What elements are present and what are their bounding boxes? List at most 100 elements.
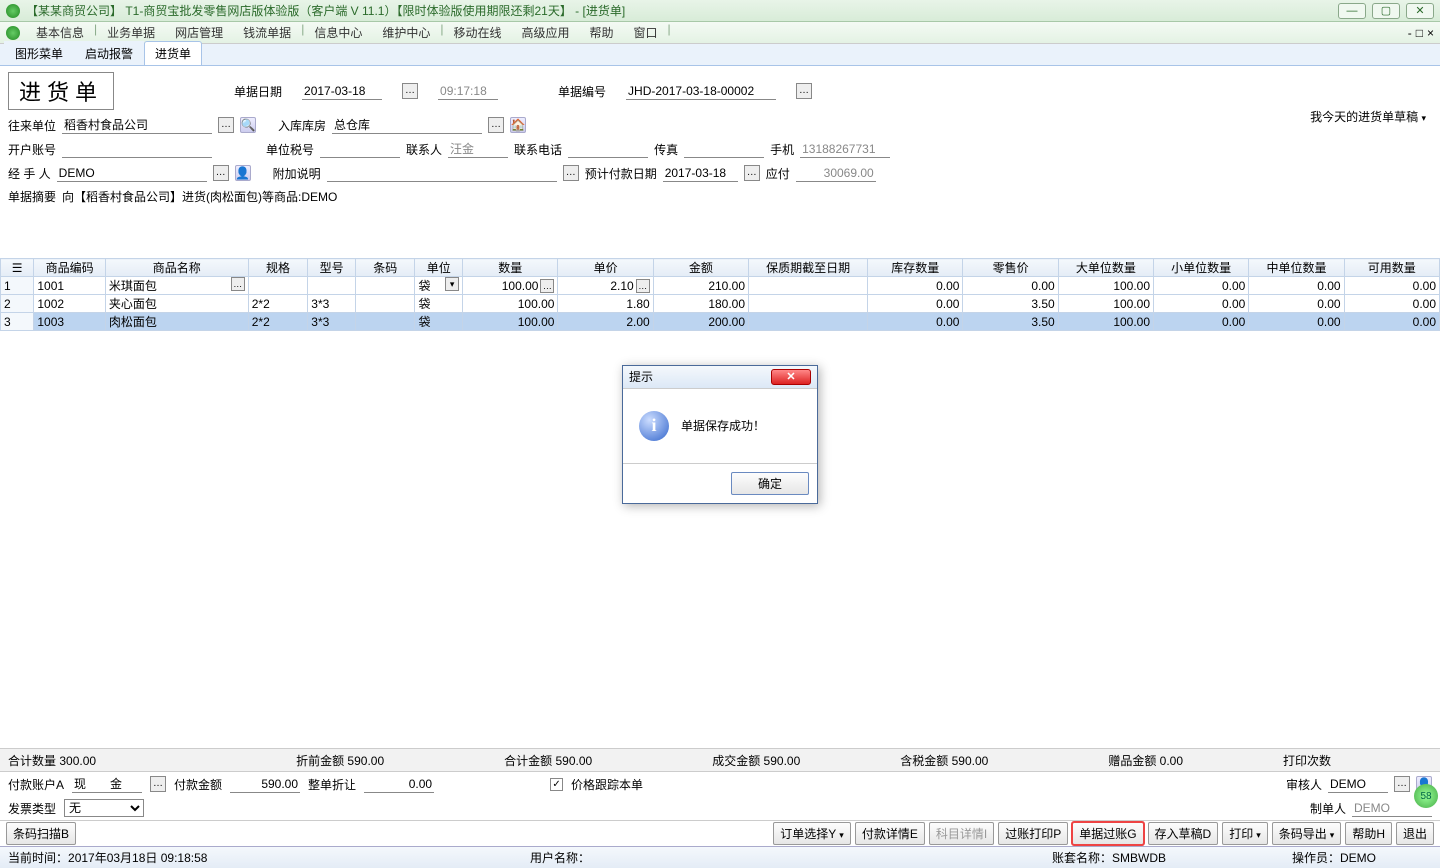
cell-qty[interactable]: 100.00 — [463, 313, 558, 331]
warehouse-picker[interactable]: … — [488, 117, 504, 133]
warehouse-icon[interactable]: 🏠 — [510, 117, 526, 133]
menu-item-9[interactable]: 窗口 — [624, 22, 668, 43]
handler-field[interactable]: DEMO — [57, 164, 207, 182]
paydate-picker[interactable]: … — [744, 165, 760, 181]
cell-avail[interactable]: 0.00 — [1344, 295, 1439, 313]
col-header-15[interactable]: 中单位数量 — [1249, 259, 1344, 277]
maximize-button[interactable]: ▢ — [1372, 3, 1400, 19]
cell-bigQty[interactable]: 100.00 — [1058, 295, 1153, 313]
cell-spec[interactable] — [248, 277, 308, 295]
cell-model[interactable]: 3*3 — [308, 295, 356, 313]
cell-n[interactable]: 3 — [1, 313, 34, 331]
bill-date-picker[interactable]: … — [402, 83, 418, 99]
cell-amt[interactable]: 200.00 — [653, 313, 748, 331]
cell-name[interactable]: 肉松面包 — [105, 313, 248, 331]
tab-0[interactable]: 图形菜单 — [4, 41, 74, 65]
draft-link[interactable]: 我今天的进货单草稿 ▾ — [1310, 108, 1426, 125]
tab-2[interactable]: 进货单 — [144, 41, 202, 65]
col-header-12[interactable]: 零售价 — [963, 259, 1058, 277]
col-header-13[interactable]: 大单位数量 — [1058, 259, 1153, 277]
col-header-9[interactable]: 金额 — [653, 259, 748, 277]
cell-amt[interactable]: 210.00 — [653, 277, 748, 295]
mdi-close[interactable]: × — [1427, 26, 1434, 40]
save-draft-button[interactable]: 存入草稿D — [1148, 822, 1219, 845]
cell-qty[interactable]: 100.00 — [463, 295, 558, 313]
menu-item-8[interactable]: 帮助 — [580, 22, 624, 43]
items-grid[interactable]: ☰商品编码商品名称规格型号条码单位数量单价金额保质期截至日期库存数量零售价大单位… — [0, 258, 1440, 331]
pay-detail-button[interactable]: 付款详情E — [855, 822, 925, 845]
cell-unit[interactable]: 袋 — [415, 313, 463, 331]
note-field[interactable] — [327, 164, 557, 182]
cell-smallQty[interactable]: 0.00 — [1154, 277, 1249, 295]
cell-midQty[interactable]: 0.00 — [1249, 295, 1344, 313]
table-row[interactable]: 31003肉松面包2*23*3袋100.002.00200.000.003.50… — [1, 313, 1440, 331]
cell-exp[interactable] — [749, 277, 868, 295]
cell-unit[interactable]: 袋 — [415, 295, 463, 313]
menu-item-7[interactable]: 高级应用 — [511, 22, 579, 43]
phone-field[interactable] — [568, 140, 648, 158]
cell-unit[interactable]: 袋▾ — [415, 277, 463, 295]
bill-no-picker[interactable]: … — [796, 83, 812, 99]
cell-code[interactable]: 1003 — [34, 313, 105, 331]
cell-picker-icon[interactable]: … — [540, 279, 554, 293]
cell-stock[interactable]: 0.00 — [868, 313, 963, 331]
pay-acct-picker[interactable]: … — [150, 776, 166, 792]
audit-picker[interactable]: … — [1394, 776, 1410, 792]
pay-amt-field[interactable]: 590.00 — [230, 775, 300, 793]
cell-smallQty[interactable]: 0.00 — [1154, 313, 1249, 331]
col-header-6[interactable]: 单位 — [415, 259, 463, 277]
barcode-export-button[interactable]: 条码导出 — [1272, 822, 1342, 845]
pay-acct-field[interactable]: 现 金 — [72, 775, 142, 793]
tab-1[interactable]: 启动报警 — [74, 41, 144, 65]
cell-retail[interactable]: 3.50 — [963, 313, 1058, 331]
col-header-16[interactable]: 可用数量 — [1344, 259, 1439, 277]
print-button[interactable]: 打印 — [1222, 822, 1268, 845]
cell-n[interactable]: 1 — [1, 277, 34, 295]
table-row[interactable]: 21002夹心面包2*23*3袋100.001.80180.000.003.50… — [1, 295, 1440, 313]
close-button[interactable]: ✕ — [1406, 3, 1434, 19]
col-header-2[interactable]: 商品名称 — [105, 259, 248, 277]
cell-exp[interactable] — [749, 295, 868, 313]
cell-name[interactable]: 米琪面包… — [105, 277, 248, 295]
handler-icon[interactable]: 👤 — [235, 165, 251, 181]
col-header-11[interactable]: 库存数量 — [868, 259, 963, 277]
cell-n[interactable]: 2 — [1, 295, 34, 313]
menu-item-3[interactable]: 钱流单据 — [233, 22, 301, 43]
supplier-picker[interactable]: … — [218, 117, 234, 133]
cell-price[interactable]: 2.10… — [558, 277, 653, 295]
cell-midQty[interactable]: 0.00 — [1249, 277, 1344, 295]
cell-barcode[interactable] — [355, 295, 415, 313]
post-print-button[interactable]: 过账打印P — [998, 822, 1068, 845]
cell-avail[interactable]: 0.00 — [1344, 313, 1439, 331]
cell-bigQty[interactable]: 100.00 — [1058, 277, 1153, 295]
col-header-0[interactable]: ☰ — [1, 259, 34, 277]
help-button[interactable]: 帮助H — [1345, 822, 1392, 845]
cell-model[interactable] — [308, 277, 356, 295]
cell-smallQty[interactable]: 0.00 — [1154, 295, 1249, 313]
note-picker[interactable]: … — [563, 165, 579, 181]
cell-name[interactable]: 夹心面包 — [105, 295, 248, 313]
table-row[interactable]: 11001米琪面包…袋▾100.00…2.10…210.000.000.0010… — [1, 277, 1440, 295]
cell-picker-icon[interactable]: … — [231, 277, 245, 291]
contact-field[interactable]: 汪金 — [448, 140, 508, 158]
cell-spec[interactable]: 2*2 — [248, 313, 308, 331]
cell-midQty[interactable]: 0.00 — [1249, 313, 1344, 331]
cell-code[interactable]: 1002 — [34, 295, 105, 313]
handler-picker[interactable]: … — [213, 165, 229, 181]
unit-dropdown-icon[interactable]: ▾ — [445, 277, 459, 291]
row-menu-icon[interactable]: ☰ — [12, 261, 23, 275]
cell-code[interactable]: 1001 — [34, 277, 105, 295]
cell-spec[interactable]: 2*2 — [248, 295, 308, 313]
price-track-checkbox[interactable]: ✓ — [550, 778, 563, 791]
order-select-button[interactable]: 订单选择Y — [773, 822, 851, 845]
cell-stock[interactable]: 0.00 — [868, 295, 963, 313]
bill-date-field[interactable]: 2017-03-18 — [302, 82, 382, 100]
col-header-10[interactable]: 保质期截至日期 — [749, 259, 868, 277]
paydate-field[interactable]: 2017-03-18 — [663, 164, 738, 182]
cell-model[interactable]: 3*3 — [308, 313, 356, 331]
post-bill-button[interactable]: 单据过账G — [1072, 822, 1143, 845]
menu-item-1[interactable]: 业务单据 — [97, 22, 165, 43]
col-header-7[interactable]: 数量 — [463, 259, 558, 277]
bank-field[interactable] — [62, 140, 212, 158]
menu-item-5[interactable]: 维护中心 — [372, 22, 440, 43]
